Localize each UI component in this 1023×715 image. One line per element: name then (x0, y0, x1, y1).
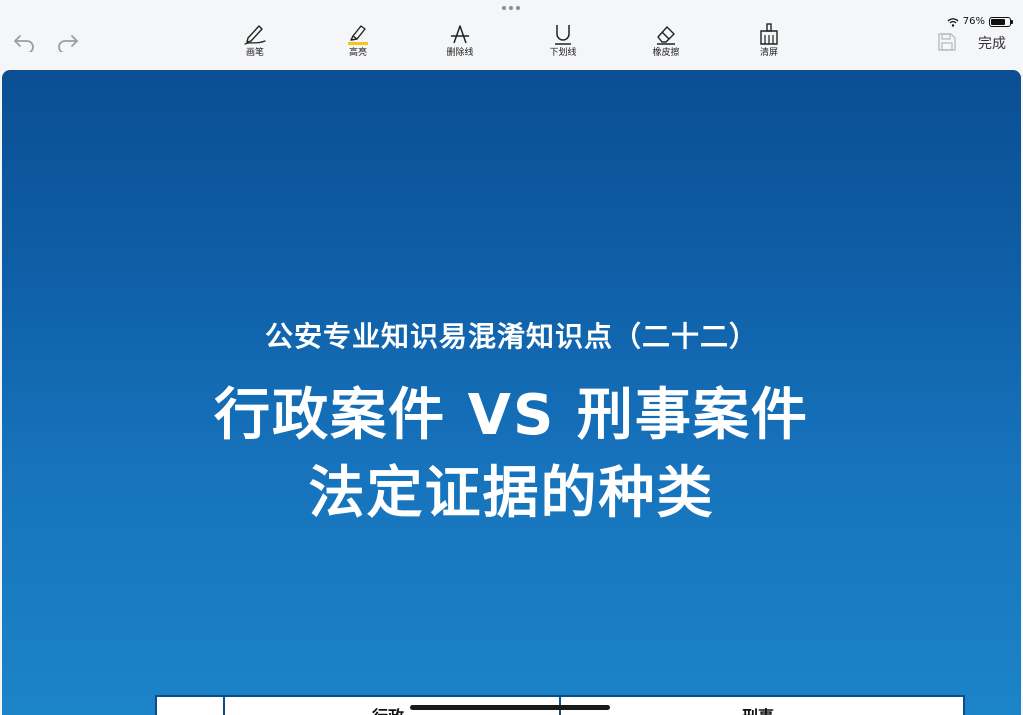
tool-underline-label: 下划线 (549, 48, 577, 58)
underline-icon (555, 25, 571, 45)
slide-subtitle: 公安专业知识易混淆知识点（二十二） (264, 320, 758, 353)
tool-eraser[interactable]: 橡皮擦 (636, 22, 696, 59)
grabber-dot (516, 6, 520, 10)
table-header-criminal: 刑事 (742, 703, 774, 715)
status-bar: 76% (947, 16, 1013, 27)
tool-clear-screen[interactable]: 清屏 (739, 22, 799, 59)
tool-strikethrough[interactable]: 删除线 (430, 22, 490, 59)
tool-pen-label: 画笔 (245, 48, 264, 58)
tool-underline[interactable]: 下划线 (533, 22, 593, 59)
slide-title-line-2: 法定证据的种类 (308, 461, 715, 526)
clear-screen-icon (760, 23, 778, 45)
save-button[interactable] (936, 32, 958, 52)
tool-group: 画笔 高亮 删除线 下划线 橡皮擦 清屏 (0, 22, 1023, 66)
highlighter-icon (348, 25, 368, 45)
tool-pen[interactable]: 画笔 (225, 22, 285, 59)
tool-clear-screen-label: 清屏 (759, 48, 778, 58)
battery-icon (989, 16, 1013, 27)
home-indicator[interactable] (410, 705, 610, 710)
save-icon (938, 33, 956, 51)
done-button[interactable]: 完成 (978, 33, 1006, 53)
document-slide: 公安专业知识易混淆知识点（二十二） 行政案件 VS 刑事案件 法定证据的种类 行… (2, 70, 1021, 715)
grabber-dot (509, 6, 513, 10)
grabber-dot (502, 6, 506, 10)
multitask-grabber[interactable] (502, 6, 520, 10)
wifi-icon (947, 17, 959, 27)
tool-eraser-label: 橡皮擦 (652, 48, 680, 58)
slide-title-line-1: 行政案件 VS 刑事案件 (214, 383, 809, 448)
tool-highlighter-label: 高亮 (348, 48, 367, 58)
pen-icon (244, 25, 266, 45)
table-header-administrative: 行政 (372, 703, 404, 715)
battery-fill (991, 18, 1005, 25)
table-divider (223, 697, 225, 715)
strikethrough-icon (451, 25, 469, 44)
tool-strikethrough-label: 删除线 (446, 48, 474, 58)
screen: 画笔 高亮 删除线 下划线 橡皮擦 清屏 76% 完成 公安专业知识易混淆知识点… (0, 0, 1023, 715)
annotation-toolbar: 画笔 高亮 删除线 下划线 橡皮擦 清屏 76% 完成 (0, 0, 1023, 70)
tool-highlighter[interactable]: 高亮 (328, 22, 388, 59)
battery-percent: 76% (962, 16, 985, 27)
eraser-icon (657, 26, 675, 45)
